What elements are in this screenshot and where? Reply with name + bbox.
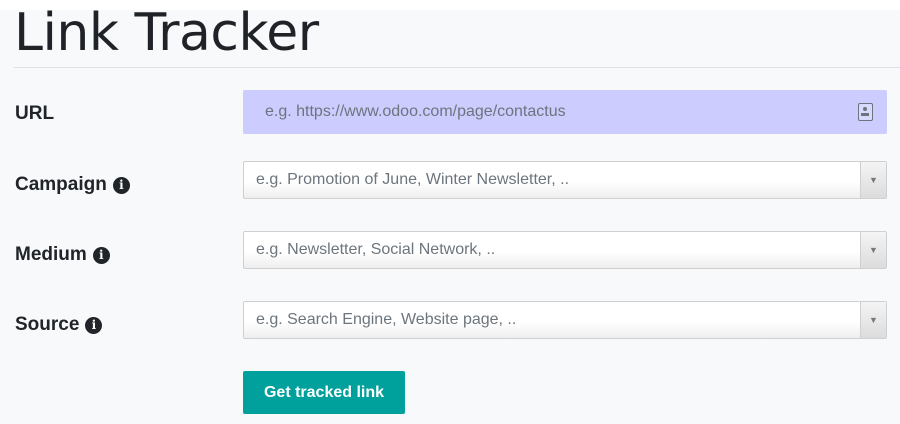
info-icon[interactable]: i <box>92 246 110 264</box>
title-divider <box>14 67 900 68</box>
source-select[interactable]: e.g. Search Engine, Website page, .. ▼ <box>243 301 887 339</box>
url-input[interactable] <box>243 90 843 134</box>
source-label: Source <box>15 314 80 335</box>
source-label-row: Source i <box>15 314 103 336</box>
campaign-select-placeholder: e.g. Promotion of June, Winter Newslette… <box>256 171 570 188</box>
medium-select-placeholder: e.g. Newsletter, Social Network, .. <box>256 241 496 258</box>
chevron-down-icon[interactable]: ▼ <box>860 162 886 198</box>
medium-label: Medium <box>15 244 87 265</box>
info-icon[interactable]: i <box>112 176 130 194</box>
page-title: Link Tracker <box>14 3 319 63</box>
url-field-wrapper <box>243 90 887 134</box>
chevron-down-icon[interactable]: ▼ <box>860 232 886 268</box>
medium-label-row: Medium i <box>15 244 110 266</box>
source-select-placeholder: e.g. Search Engine, Website page, .. <box>256 311 517 328</box>
campaign-select[interactable]: e.g. Promotion of June, Winter Newslette… <box>243 161 887 199</box>
get-tracked-link-button[interactable]: Get tracked link <box>243 371 405 414</box>
chevron-down-icon[interactable]: ▼ <box>860 302 886 338</box>
url-label-row: URL <box>15 103 54 125</box>
clipboard-icon[interactable] <box>858 103 873 121</box>
campaign-label-row: Campaign i <box>15 174 130 196</box>
medium-select[interactable]: e.g. Newsletter, Social Network, .. ▼ <box>243 231 887 269</box>
url-label: URL <box>15 103 55 124</box>
info-icon[interactable]: i <box>85 316 103 334</box>
campaign-label: Campaign <box>15 174 107 195</box>
